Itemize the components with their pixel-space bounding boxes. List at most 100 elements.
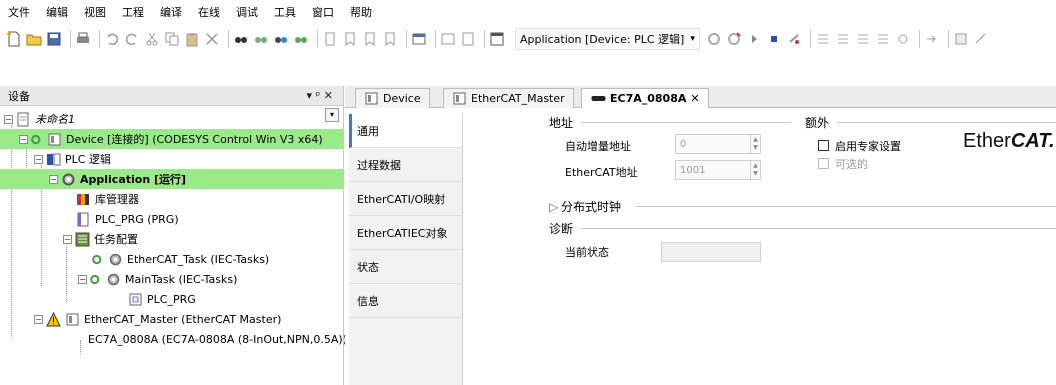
ethercat-logo: EtherCAT. [963,130,1055,153]
ethercat-address-input[interactable]: 1001 ▲ ▼ [675,160,761,180]
general-page: 地址 自动增量地址 0 ▲ ▼ EtherCAT地址 1001 ▲ ▼ 额外 启用专… [463,108,1056,385]
program-call-icon [129,293,142,305]
menu-edit[interactable]: 编辑 [46,4,68,20]
step-out-icon[interactable] [855,31,871,47]
task-running-icon [90,274,100,284]
collapse-toggle[interactable]: − [34,154,43,164]
find-in-project-icon[interactable] [293,31,309,47]
redo-icon[interactable] [124,31,140,47]
ethercat-logo-text: Ether [963,130,1011,152]
tree-node-project[interactable]: − 未命名1 [0,109,343,129]
task-config-icon [75,232,90,246]
subtab-iec-objects[interactable]: EtherCATIEC对象 [349,216,462,250]
replace-icon[interactable] [273,31,289,47]
save-icon[interactable] [46,31,62,47]
cut-icon[interactable] [144,31,160,47]
device-label: Device [连接的] (CODESYS Control Win V3 x64… [66,133,323,146]
step-into-icon[interactable] [835,31,851,47]
tree-node-main-task[interactable]: − MainTask (IEC-Tasks) [0,269,343,289]
tree-node-plc-prg[interactable]: PLC_PRG (PRG) [0,209,343,229]
active-application-selector[interactable]: Application [Device: PLC 逻辑] ▾ [515,28,700,50]
write-values-icon[interactable] [953,31,969,47]
undo-icon[interactable] [104,31,120,47]
login-icon[interactable] [706,31,722,47]
program-icon [77,212,89,226]
menu-file[interactable]: 文件 [8,4,30,20]
run-to-cursor-icon[interactable] [875,31,891,47]
window-layout-icon[interactable] [411,31,427,47]
collapse-toggle[interactable]: − [78,274,87,284]
collapse-toggle[interactable]: − [34,314,43,324]
step-over-icon[interactable] [815,31,831,47]
device-calendar-icon[interactable] [489,31,505,47]
bookmark-icon[interactable] [322,31,338,47]
auto-inc-address-input[interactable]: 0 ▲ ▼ [675,134,761,154]
new-file-icon[interactable] [6,31,22,47]
tree-node-application[interactable]: − Application [运行] [0,169,343,189]
logout-icon[interactable] [726,31,742,47]
editor-tabs: Device EtherCAT_Master EC7A_0808A ✕ [345,86,1056,108]
paste-icon[interactable] [184,31,200,47]
generate-code-icon[interactable] [460,31,476,47]
optional-checkbox[interactable] [818,158,829,169]
find-next-icon[interactable] [253,31,269,47]
open-folder-icon[interactable] [26,31,42,47]
collapse-toggle[interactable]: − [63,234,72,244]
copy-icon[interactable] [164,31,180,47]
collapse-toggle[interactable]: − [49,174,58,184]
subtab-general[interactable]: 通用 [349,114,462,148]
collapse-toggle[interactable]: − [19,134,28,144]
expand-arrow-icon[interactable]: ▷ [549,200,558,214]
close-icon[interactable]: ✕ [690,92,699,105]
find-icon[interactable] [233,31,249,47]
collapse-toggle[interactable]: − [4,114,13,124]
print-icon[interactable] [75,31,91,47]
tree-node-library-manager[interactable]: 库管理器 [0,189,343,209]
subtab-io-mapping[interactable]: EtherCATI/O映射 [349,182,462,216]
spinner-arrows-icon[interactable]: ▲ ▼ [750,161,760,179]
bookmark-clear-icon[interactable] [382,31,398,47]
breakpoint-icon[interactable] [895,31,911,47]
menu-help[interactable]: 帮助 [350,4,372,20]
menu-view[interactable]: 视图 [84,4,106,20]
bookmark-next-icon[interactable] [342,31,358,47]
tree-node-ec7a[interactable]: EC7A_0808A (EC7A-0808A (8-InOut,NPN,0.5A… [0,329,347,349]
subtab-info[interactable]: 信息 [349,284,462,318]
application-gear-icon [62,173,75,185]
force-values-icon[interactable] [973,31,989,47]
delete-icon[interactable] [204,31,220,47]
reset-icon[interactable] [786,31,802,47]
subtab-process-data[interactable]: 过程数据 [349,148,462,182]
menu-debug[interactable]: 调试 [236,4,258,20]
tree-node-task-config[interactable]: − 任务配置 [0,229,343,249]
spinner-arrows-icon[interactable]: ▲ ▼ [750,135,760,153]
menu-online[interactable]: 在线 [198,4,220,20]
subtab-status[interactable]: 状态 [349,250,462,284]
tree-node-device[interactable]: − Device [连接的] (CODESYS Control Win V3 x… [0,129,343,149]
stop-icon[interactable] [766,31,782,47]
menu-build[interactable]: 编译 [160,4,182,20]
toolbar-separator [317,30,318,48]
panel-controls[interactable]: ▾ ᵖ ✕ [307,89,333,102]
bookmark-prev-icon[interactable] [362,31,378,47]
devices-panel-header: 设备 ▾ ᵖ ✕ [0,86,343,106]
expert-settings-checkbox[interactable] [818,140,829,151]
tab-device[interactable]: Device [355,88,430,108]
menu-tools[interactable]: 工具 [274,4,296,20]
menu-project[interactable]: 工程 [122,4,144,20]
menu-window[interactable]: 窗口 [312,4,334,20]
diagnostics-group-title: 诊断 [549,222,574,236]
build-icon[interactable] [440,31,456,47]
tree-node-plc-prg-call[interactable]: PLC_PRG [0,289,343,309]
arrow-right-icon[interactable] [924,31,940,47]
tree-node-plc-logic[interactable]: − PLC 逻辑 [0,149,343,169]
tree-node-ethercat-master[interactable]: − EtherCAT_Master (EtherCAT Master) [0,309,343,329]
tab-ethercat-master[interactable]: EtherCAT_Master [443,88,574,108]
application-label: Application [运行] [80,173,187,186]
task-config-label: 任务配置 [94,233,138,246]
tab-ec7a[interactable]: EC7A_0808A ✕ [581,88,709,108]
start-icon[interactable] [746,31,762,47]
distributed-clock-title[interactable]: 分布式时钟 [561,198,621,215]
tree-node-ethercat-task[interactable]: EtherCAT_Task (IEC-Tasks) [0,249,343,269]
toolbar-separator [435,30,436,48]
